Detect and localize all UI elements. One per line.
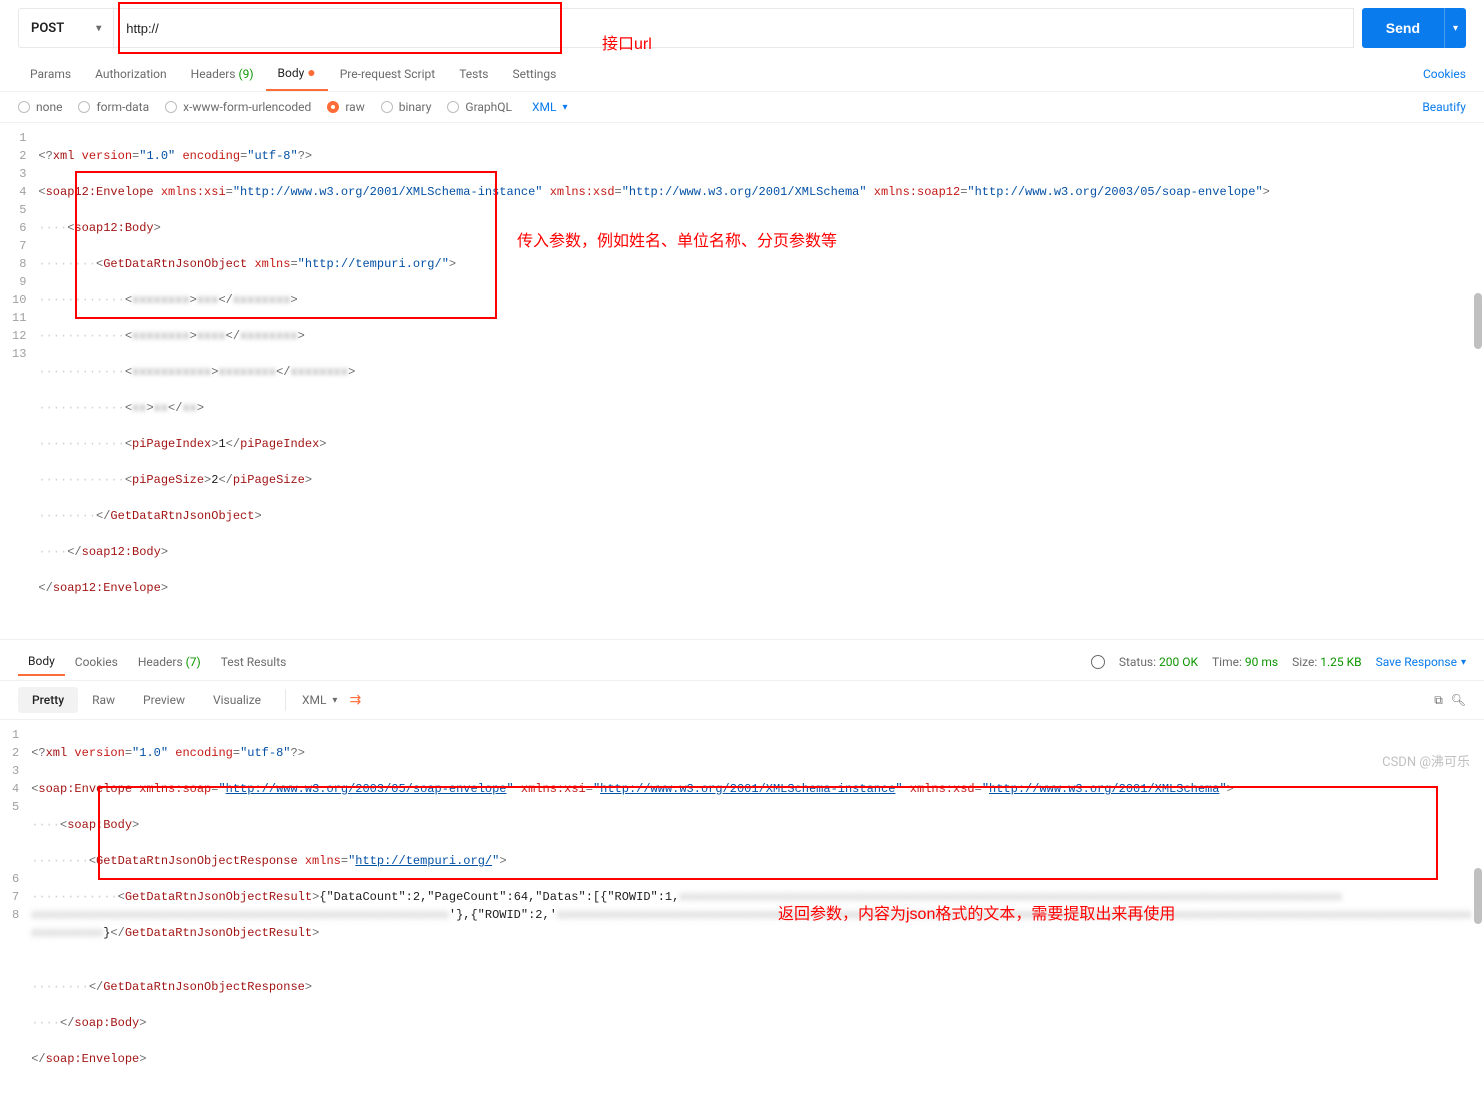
save-response[interactable]: Save Response ▾ [1376,655,1466,669]
radio-raw[interactable]: raw [327,100,364,114]
chevron-down-icon: ▾ [562,102,567,113]
response-editor[interactable]: 12345678 <?xml version="1.0" encoding="u… [0,720,1484,1110]
resp-tab-testresults[interactable]: Test Results [211,649,297,675]
line-gutter: 12345678 [0,726,31,1104]
body-types: none form-data x-www-form-urlencoded raw… [0,92,1484,123]
tab-settings[interactable]: Settings [500,59,568,89]
request-code[interactable]: <?xml version="1.0" encoding="utf-8"?> <… [38,129,1484,633]
resp-tab-headers[interactable]: Headers (7) [128,649,211,675]
tab-params[interactable]: Params [18,59,83,89]
vm-pretty[interactable]: Pretty [18,687,78,713]
time-text: Time: 90 ms [1212,655,1278,669]
search-icon[interactable]: 🔍︎ [1451,693,1466,708]
chevron-down-icon: ▾ [1453,23,1458,34]
network-icon[interactable] [1091,655,1105,669]
status-text: Status: 200 OK [1119,655,1198,669]
request-editor[interactable]: 12345678910111213 <?xml version="1.0" en… [0,123,1484,639]
radio-graphql[interactable]: GraphQL [447,100,512,114]
send-button[interactable]: Send [1362,8,1444,48]
format-select[interactable]: XML ▾ [532,100,568,114]
copy-icon[interactable]: ⧉ [1434,693,1443,708]
vm-raw[interactable]: Raw [78,687,129,713]
radio-urlencoded[interactable]: x-www-form-urlencoded [165,100,311,114]
scrollbar-thumb[interactable] [1474,868,1482,924]
radio-binary[interactable]: binary [381,100,432,114]
request-tabs: Params Authorization Headers (9) Body ● … [0,56,1484,92]
response-tabs: Body Cookies Headers (7) Test Results St… [0,639,1484,681]
vm-preview[interactable]: Preview [129,687,199,713]
chevron-down-icon: ▾ [96,23,101,34]
resp-tab-body[interactable]: Body [18,648,65,676]
wrap-lines-icon[interactable]: ⇉ [349,692,361,708]
method-select[interactable]: POST ▾ [18,8,113,48]
tab-headers[interactable]: Headers (9) [179,59,266,89]
radio-formdata[interactable]: form-data [78,100,149,114]
url-input[interactable] [113,8,1354,48]
radio-none[interactable]: none [18,100,62,114]
beautify-link[interactable]: Beautify [1422,100,1466,114]
chevron-down-icon: ▾ [332,695,337,706]
line-gutter: 12345678910111213 [0,129,38,633]
chevron-down-icon: ▾ [1461,657,1466,668]
scrollbar-thumb[interactable] [1474,293,1482,349]
send-options-button[interactable]: ▾ [1444,8,1466,48]
cookies-link[interactable]: Cookies [1423,59,1466,89]
vm-format-select[interactable]: XML ▾ [296,693,344,707]
size-text: Size: 1.25 KB [1292,655,1362,669]
tab-authorization[interactable]: Authorization [83,59,179,89]
tab-tests[interactable]: Tests [447,59,500,89]
method-label: POST [31,21,64,36]
vm-visualize[interactable]: Visualize [199,687,275,713]
response-code[interactable]: <?xml version="1.0" encoding="utf-8"?> <… [31,726,1484,1104]
resp-tab-cookies[interactable]: Cookies [65,649,128,675]
tab-body[interactable]: Body ● [266,56,328,91]
viewmode-bar: Pretty Raw Preview Visualize XML ▾ ⇉ ⧉ 🔍… [0,681,1484,720]
tab-prerequest[interactable]: Pre-request Script [328,59,447,89]
